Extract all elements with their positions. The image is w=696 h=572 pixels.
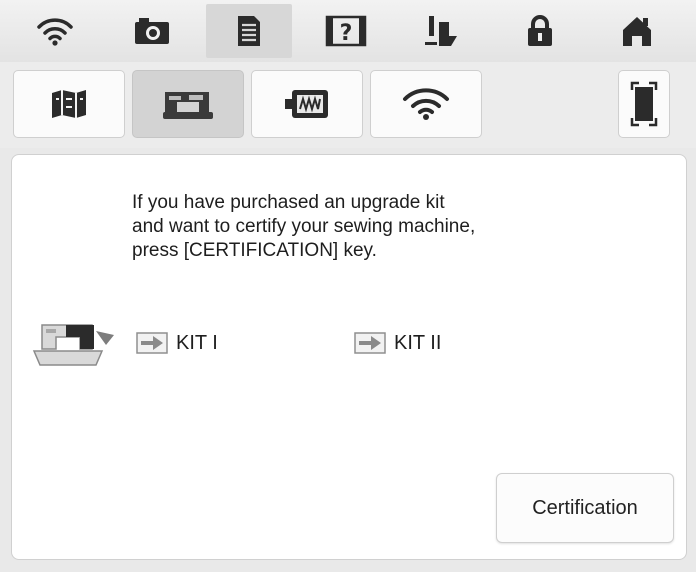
- arrow-key-icon: [136, 332, 168, 354]
- certification-button[interactable]: Certification: [496, 473, 674, 543]
- arrow-key-icon: [354, 332, 386, 354]
- sewing-machine-icon: [163, 92, 213, 119]
- fullscreen-icon: [630, 81, 658, 127]
- tab-map[interactable]: [13, 70, 125, 138]
- top-toolbar: ?: [0, 0, 696, 63]
- fullscreen-button[interactable]: [618, 70, 670, 138]
- kit-2-label: KIT II: [394, 331, 442, 354]
- svg-text:?: ?: [340, 21, 353, 46]
- map-icon: [52, 90, 86, 118]
- machine-upgrade-icon: [32, 324, 114, 366]
- wifi-button[interactable]: [12, 4, 98, 58]
- message-line: If you have purchased an upgrade kit: [132, 192, 445, 213]
- help-icon: ?: [325, 15, 367, 47]
- kit-1-item: KIT I: [136, 331, 218, 355]
- presser-foot-button[interactable]: [400, 4, 486, 58]
- message-line: and want to certify your sewing machine,: [132, 216, 476, 237]
- kit-2-item: KIT II: [354, 331, 441, 355]
- wifi-icon: [37, 18, 73, 46]
- home-button[interactable]: [594, 4, 680, 58]
- camera-button[interactable]: [109, 4, 195, 58]
- presser-foot-icon: [425, 16, 457, 46]
- kit-1-label: KIT I: [176, 331, 218, 354]
- tab-sewing-machine[interactable]: [132, 70, 244, 138]
- wifi-icon: [403, 88, 449, 120]
- home-icon: [623, 17, 651, 46]
- document-button[interactable]: [206, 4, 292, 58]
- instruction-message: If you have purchased an upgrade kit and…: [132, 191, 612, 263]
- help-button[interactable]: ?: [303, 4, 389, 58]
- certification-panel: If you have purchased an upgrade kit and…: [11, 154, 687, 560]
- category-tab-bar: [0, 62, 696, 148]
- lock-icon: [528, 15, 552, 46]
- message-line: press [CERTIFICATION] key.: [132, 240, 377, 261]
- embroidery-frame-icon: [285, 90, 328, 118]
- camera-icon: [135, 18, 169, 44]
- tab-embroidery[interactable]: [251, 70, 363, 138]
- document-icon: [238, 16, 260, 46]
- certification-label: Certification: [532, 496, 638, 519]
- lock-button[interactable]: [497, 4, 583, 58]
- tab-wireless[interactable]: [370, 70, 482, 138]
